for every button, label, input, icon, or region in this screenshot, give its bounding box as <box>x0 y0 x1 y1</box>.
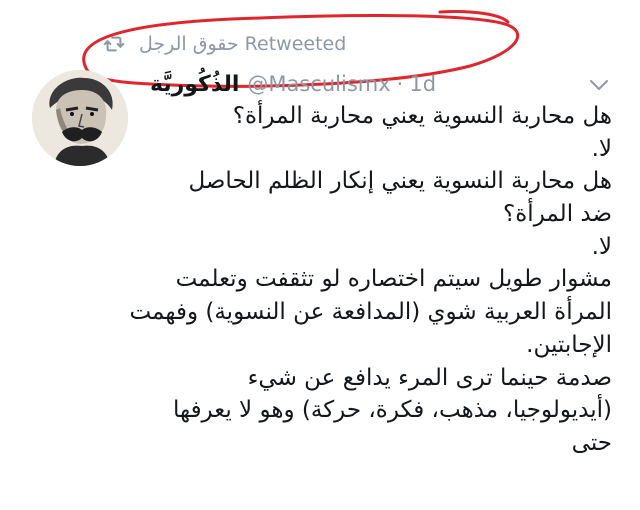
retweet-context[interactable]: حقوق الرجل Retweeted <box>103 30 346 58</box>
tweet-line: الإجابتين. <box>526 331 612 358</box>
author-display-name[interactable]: الذُكُوريَّة <box>150 72 239 97</box>
avatar[interactable] <box>32 70 128 166</box>
tweet-timestamp[interactable]: 1d <box>409 72 436 96</box>
tweet-text: هل محاربة النسوية يعني محاربة المرأة؟ لا… <box>129 100 612 460</box>
tweet-line: لا. <box>591 135 612 162</box>
tweet-line: (أيديولوجيا، مذهب، فكرة، حركة) وهو لا يع… <box>172 397 612 424</box>
retweet-label[interactable]: حقوق الرجل Retweeted <box>139 33 346 55</box>
tweet-line: حتى <box>571 429 612 456</box>
separator-dot: · <box>396 72 404 96</box>
tweet-line: مشوار طويل سيتم اختصاره لو تثقفت وتعلمت <box>175 266 612 293</box>
tweet-line: لا. <box>591 233 612 260</box>
tweet-line: المرأة العربية شوي (المدافعة عن النسوية)… <box>129 299 612 326</box>
tweet-line: ضد المرأة؟ <box>503 201 612 228</box>
author-handle[interactable]: @Masculismx <box>247 72 390 96</box>
avatar-portrait <box>32 70 128 166</box>
tweet-line: هل محاربة النسوية يعني إنكار الظلم الحاص… <box>188 168 612 195</box>
tweet-header: الذُكُوريَّة @Masculismx · 1d <box>150 68 436 100</box>
tweet-line: هل محاربة النسوية يعني محاربة المرأة؟ <box>232 103 612 129</box>
chevron-down-icon[interactable] <box>588 74 610 96</box>
tweet-line: صدمة حينما ترى المرء يدافع عن شيء <box>247 364 612 391</box>
retweet-icon <box>103 33 125 55</box>
